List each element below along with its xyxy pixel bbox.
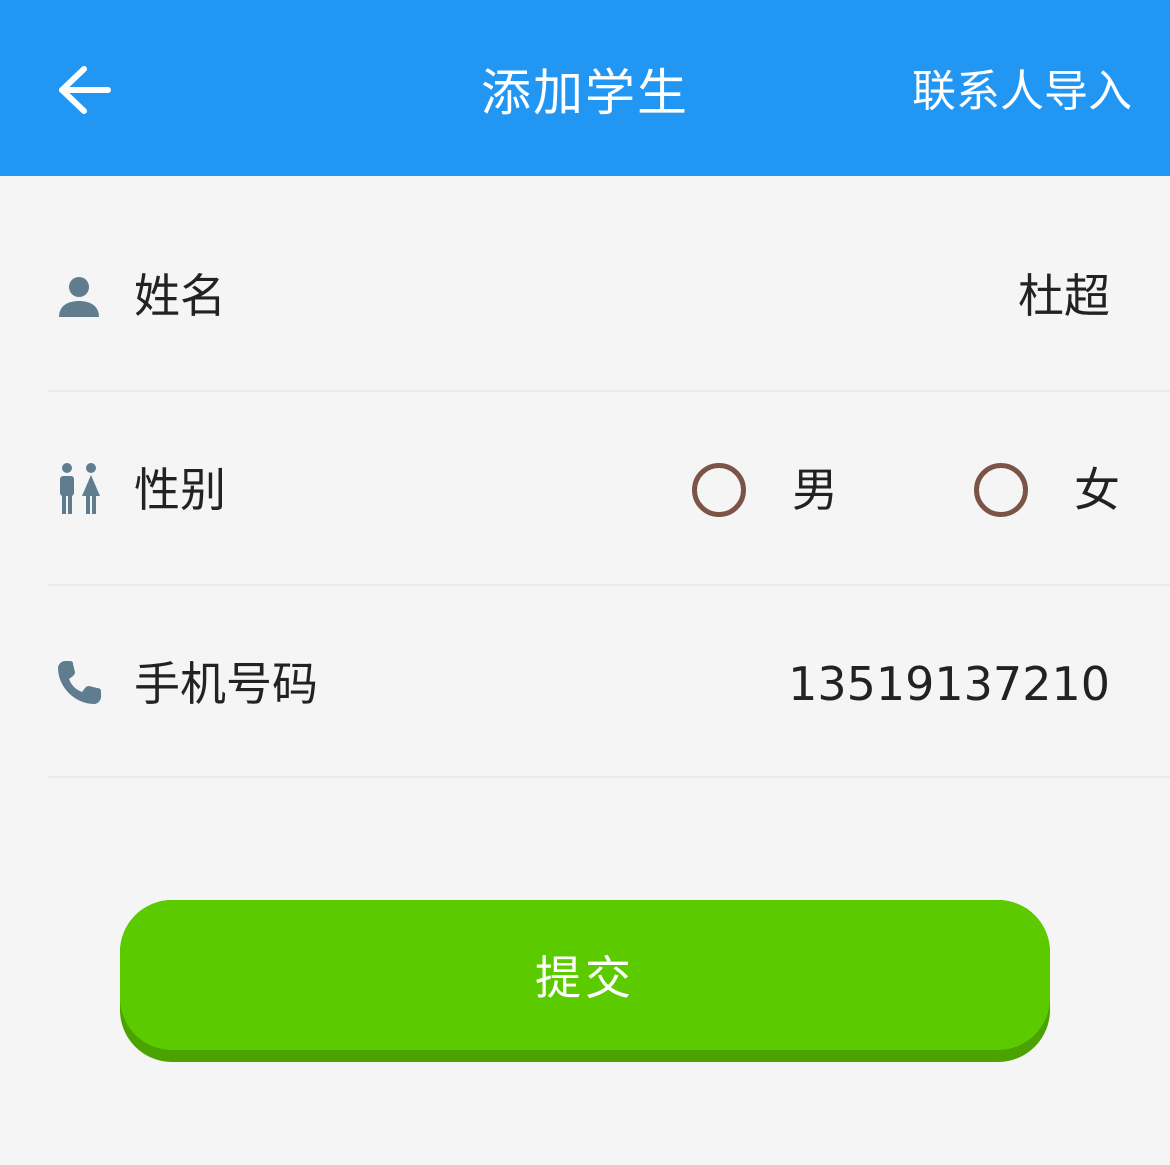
phone-icon xyxy=(52,656,106,710)
gender-label: 性别 xyxy=(134,463,226,517)
people-icon xyxy=(52,462,106,516)
submit-button-shadow: 提交 xyxy=(120,900,1050,1062)
app-header: 添加学生 联系人导入 xyxy=(0,0,1170,176)
gender-option-label: 女 xyxy=(1074,463,1120,517)
phone-label: 手机号码 xyxy=(134,657,318,711)
name-label: 姓名 xyxy=(134,269,226,323)
name-field[interactable]: 杜超 xyxy=(1018,266,1110,326)
gender-radio-female[interactable]: 女 xyxy=(974,460,1120,520)
phone-field[interactable]: 13519137210 xyxy=(788,654,1110,714)
person-icon xyxy=(52,270,106,324)
submit-button[interactable]: 提交 xyxy=(120,900,1050,1050)
import-contacts-button[interactable]: 联系人导入 xyxy=(912,62,1132,122)
phone-row: 手机号码 13519137210 xyxy=(0,586,1170,778)
gender-option-label: 男 xyxy=(792,463,838,517)
radio-button[interactable] xyxy=(974,463,1028,517)
divider xyxy=(48,390,1170,392)
name-row: 姓名 杜超 xyxy=(0,200,1170,392)
gender-radio-male[interactable]: 男 xyxy=(692,460,838,520)
gender-row: 性别 男 女 xyxy=(0,394,1170,586)
divider xyxy=(48,776,1170,778)
radio-button[interactable] xyxy=(692,463,746,517)
